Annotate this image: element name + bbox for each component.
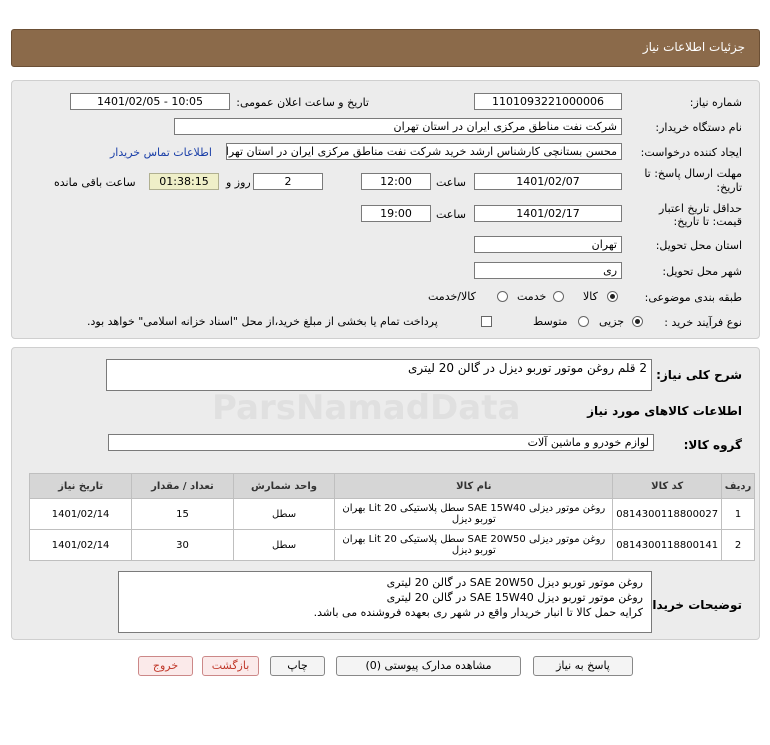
buyer-note-line: کرایه حمل کالا تا انبار خریدار واقع در ش… — [313, 606, 643, 619]
validity-label-2: قیمت: تا تاریخ: — [673, 215, 742, 228]
creator-field: محسن بستانچی کارشناس ارشد خرید شرکت نفت … — [226, 143, 622, 160]
table-row: 2 0814300118800141 روغن موتور دیزلی SAE … — [28, 529, 755, 561]
back-button[interactable]: بازگشت — [202, 656, 259, 676]
deadline-time-field: 12:00 — [361, 173, 431, 190]
category-both-label: کالا/خدمت — [428, 290, 476, 303]
category-service-label: خدمت — [517, 290, 547, 303]
page-title: جزئیات اطلاعات نیاز — [642, 40, 745, 54]
summary-label: شرح کلی نیاز: — [656, 368, 742, 382]
goods-info-title: اطلاعات کالاهای مورد نیاز — [587, 404, 742, 418]
cell-code: 0814300118800141 — [612, 529, 723, 561]
province-label: استان محل تحویل: — [655, 239, 742, 252]
need-number-field: 1101093221000006 — [474, 93, 622, 110]
category-goods-radio[interactable] — [607, 291, 618, 302]
buyer-field: شرکت نفت مناطق مرکزی ایران در استان تهرا… — [174, 118, 622, 135]
validity-time-label: ساعت — [436, 208, 466, 221]
cell-index: 2 — [721, 529, 755, 561]
buyer-notes-box: روغن موتور توربو دیزل SAE 20W50 در گالن … — [118, 571, 652, 633]
cell-index: 1 — [721, 498, 755, 530]
cell-date: 1401/02/14 — [28, 529, 133, 561]
deadline-time-label: ساعت — [436, 176, 466, 189]
view-documents-button[interactable]: مشاهده مدارک پیوستی (0) — [336, 656, 521, 676]
deadline-date-field: 1401/02/07 — [474, 173, 622, 190]
cell-code: 0814300118800027 — [612, 498, 723, 530]
city-label: شهر محل تحویل: — [662, 265, 742, 278]
need-number-label: شماره نیاز: — [689, 96, 742, 109]
validity-label: حداقل تاریخ اعتبار — [658, 202, 742, 215]
items-table: ردیف کد کالا نام کالا واحد شمارش تعداد /… — [28, 473, 755, 561]
reply-button[interactable]: پاسخ به نیاز — [533, 656, 633, 676]
process-medium-label: متوسط — [533, 315, 568, 328]
col-header-name: نام کالا — [334, 473, 614, 499]
cell-qty: 30 — [131, 529, 234, 561]
creator-label: ایجاد کننده درخواست: — [640, 146, 742, 159]
col-header-code: کد کالا — [612, 473, 723, 499]
contact-buyer-link[interactable]: اطلاعات تماس خریدار — [110, 146, 212, 159]
print-button[interactable]: چاپ — [270, 656, 325, 676]
table-header-row: ردیف کد کالا نام کالا واحد شمارش تعداد /… — [28, 473, 755, 499]
remaining-timer: 01:38:15 — [149, 173, 219, 190]
validity-time-field: 19:00 — [361, 205, 431, 222]
table-row: 1 0814300118800027 روغن موتور دیزلی SAE … — [28, 498, 755, 530]
buyer-label: نام دستگاه خریدار: — [655, 121, 742, 134]
category-both-radio[interactable] — [497, 291, 508, 302]
buyer-note-line: روغن موتور توربو دیزل SAE 15W40 در گالن … — [386, 591, 643, 604]
watermark: ParsNamadData — [212, 388, 521, 428]
city-field: ری — [474, 262, 622, 279]
process-medium-radio[interactable] — [578, 316, 589, 327]
payment-note: پرداخت تمام یا بخشی از مبلغ خرید،از محل … — [87, 315, 438, 328]
category-goods-label: کالا — [583, 290, 598, 303]
cell-date: 1401/02/14 — [28, 498, 133, 530]
summary-field: 2 قلم روغن موتور توربو دیزل در گالن 20 ل… — [106, 359, 652, 391]
days-field: 2 — [253, 173, 323, 190]
category-service-radio[interactable] — [553, 291, 564, 302]
remaining-label: ساعت باقی مانده — [54, 176, 136, 189]
cell-name: روغن موتور دیزلی SAE 20W50 سطل پلاستیکی … — [334, 529, 614, 561]
deadline-label-2: تاریخ: — [716, 181, 742, 194]
exit-button[interactable]: خروج — [138, 656, 193, 676]
need-panel: ParsNamadData شرح کلی نیاز: 2 قلم روغن م… — [11, 347, 760, 640]
group-label: گروه کالا: — [683, 438, 742, 452]
treasury-checkbox[interactable] — [481, 316, 492, 327]
process-minor-radio[interactable] — [632, 316, 643, 327]
col-header-index: ردیف — [721, 473, 755, 499]
province-field: تهران — [474, 236, 622, 253]
days-label: روز و — [226, 176, 251, 189]
page-header: جزئیات اطلاعات نیاز — [11, 29, 760, 67]
cell-unit: سطل — [232, 529, 336, 561]
buyer-notes-label: توضیحات خریدار: — [640, 598, 742, 612]
process-label: نوع فرآیند خرید : — [664, 316, 742, 329]
cell-qty: 15 — [131, 498, 234, 530]
process-minor-label: جزیی — [599, 315, 625, 328]
info-panel: شماره نیاز: 1101093221000006 تاریخ و ساع… — [11, 80, 760, 339]
col-header-qty: تعداد / مقدار — [131, 473, 234, 499]
category-label: طبقه بندی موضوعی: — [644, 291, 742, 304]
validity-date-field: 1401/02/17 — [474, 205, 622, 222]
group-field: لوازم خودرو و ماشین آلات — [108, 434, 654, 451]
announce-label: تاریخ و ساعت اعلان عمومی: — [236, 96, 369, 109]
buyer-note-line: روغن موتور توربو دیزل SAE 20W50 در گالن … — [386, 576, 643, 589]
announce-field: 1401/02/05 - 10:05 — [70, 93, 230, 110]
cell-name: روغن موتور دیزلی SAE 15W40 سطل پلاستیکی … — [334, 498, 614, 530]
col-header-date: تاریخ نیاز — [28, 473, 133, 499]
col-header-unit: واحد شمارش — [232, 473, 336, 499]
cell-unit: سطل — [232, 498, 336, 530]
deadline-label: مهلت ارسال پاسخ: تا — [644, 167, 742, 180]
